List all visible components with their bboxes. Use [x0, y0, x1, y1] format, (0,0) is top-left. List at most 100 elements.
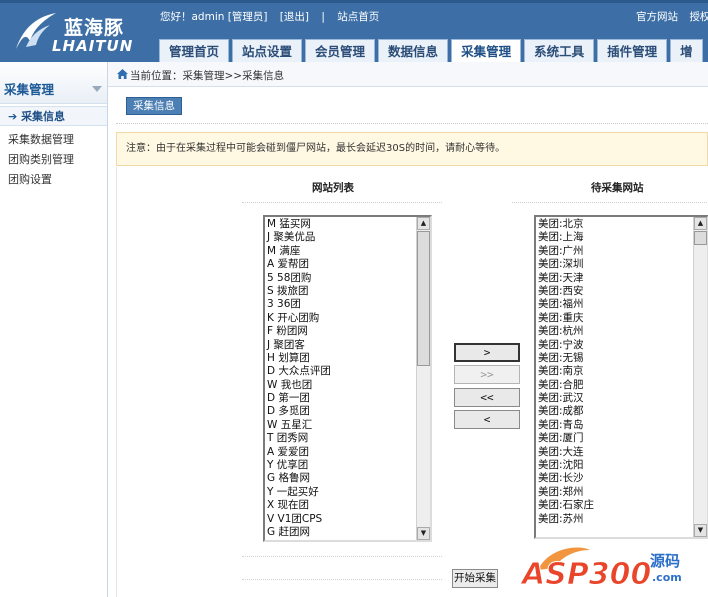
site-list-title: 网站列表 — [312, 182, 354, 194]
list-item[interactable]: D 第一团 — [267, 392, 430, 405]
list-item[interactable]: 美团:宁波 — [538, 339, 707, 352]
list-item[interactable]: A 爱帮团 — [267, 258, 430, 271]
divider — [242, 579, 442, 580]
start-collect-button[interactable]: 开始采集 — [452, 569, 498, 588]
topbar-links: 您好！admin [管理员] [退出] | 站点首页 — [160, 9, 388, 24]
sidebar-item-group-settings[interactable]: 团购设置 — [0, 170, 107, 190]
breadcrumb: 当前位置：采集管理>>采集信息 — [130, 70, 285, 82]
watermark-suffix-cn: 源码 — [650, 552, 680, 570]
list-item[interactable]: 5 58团购 — [267, 272, 430, 285]
subtab-collect-info[interactable]: 采集信息 — [126, 97, 182, 115]
list-item[interactable]: V V1团CPS — [267, 513, 430, 526]
license-link[interactable]: 授权 — [689, 11, 708, 23]
breadcrumb-bar: 当前位置：采集管理>>采集信息 — [108, 62, 708, 87]
header: 蓝海豚 LHAITUN 您好！admin [管理员] [退出] | 站点首页 官… — [0, 0, 708, 65]
scroll-thumb[interactable] — [417, 231, 430, 366]
list-item[interactable]: 美团:杭州 — [538, 325, 707, 338]
notice-banner: 注意：由于在采集过程中可能会碰到僵尸网站，最长会延迟30S的时间，请耐心等待。 — [116, 132, 708, 166]
list-item[interactable]: 美团:南京 — [538, 365, 707, 378]
list-item[interactable]: J 聚团客 — [267, 339, 430, 352]
list-item[interactable]: Y 一起买好 — [267, 486, 430, 499]
scroll-up-arrow-icon[interactable]: ▲ — [417, 217, 430, 230]
list-item[interactable]: 美团:青岛 — [538, 419, 707, 432]
list-item[interactable]: H 划算团 — [267, 352, 430, 365]
list-item[interactable]: 美团:上海 — [538, 231, 707, 244]
list-item[interactable]: 美团:沈阳 — [538, 459, 707, 472]
logout-link[interactable]: [退出] — [280, 11, 309, 23]
list-item[interactable]: G 赶团网 — [267, 526, 430, 539]
divider — [116, 123, 708, 124]
home-icon[interactable] — [117, 69, 128, 79]
sidebar-item-collect-info[interactable]: ➔ 采集信息 — [0, 106, 107, 126]
greeting-text: 您好！admin [管理员] — [160, 11, 268, 23]
list-item[interactable]: 美团:重庆 — [538, 312, 707, 325]
scroll-thumb[interactable] — [694, 231, 707, 245]
sidebar-item-group-categories[interactable]: 团购类别管理 — [0, 150, 107, 170]
list-item[interactable]: 美团:苏州 — [538, 513, 707, 526]
remove-selected-button[interactable]: < — [454, 410, 520, 429]
list-item[interactable]: 美团:石家庄 — [538, 499, 707, 512]
official-site-link[interactable]: 官方网站 — [636, 11, 678, 23]
list-item[interactable]: 美团:北京 — [538, 218, 707, 231]
watermark: ASP300 源码 .com — [518, 540, 708, 597]
pending-list: 美团:北京 美团:上海 美团:广州 美团:深圳 美团:天津 美团:西安 美团:福州 美团:重庆… — [536, 217, 707, 526]
list-item[interactable]: 美团:大连 — [538, 446, 707, 459]
divider — [242, 556, 442, 557]
list-item[interactable]: M 满座 — [267, 245, 430, 258]
list-item[interactable]: G 格鲁网 — [267, 472, 430, 485]
scrollbar[interactable]: ▲ ▼ — [693, 217, 707, 537]
arrow-bullet-icon: ➔ — [8, 110, 18, 123]
scroll-down-arrow-icon[interactable]: ▼ — [694, 524, 707, 537]
sidebar-item-collect-data[interactable]: 采集数据管理 — [0, 130, 107, 150]
separator: | — [321, 11, 325, 23]
list-item[interactable]: S 拨旅团 — [267, 285, 430, 298]
list-item[interactable]: D 多觅团 — [267, 405, 430, 418]
scroll-down-arrow-icon[interactable]: ▼ — [417, 527, 430, 540]
remove-all-button[interactable]: << — [454, 388, 520, 407]
list-item[interactable]: 美团:深圳 — [538, 258, 707, 271]
watermark-text: ASP300 — [520, 557, 651, 592]
list-item[interactable]: 美团:西安 — [538, 285, 707, 298]
main-content: 当前位置：采集管理>>采集信息 采集信息 注意：由于在采集过程中可能会碰到僵尸网… — [108, 62, 708, 597]
list-item[interactable]: 美团:福州 — [538, 298, 707, 311]
list-item[interactable]: X 现在团 — [267, 499, 430, 512]
list-item[interactable]: T 团秀网 — [267, 432, 430, 445]
sidebar-title: 采集管理 — [4, 82, 55, 97]
sidebar-header[interactable]: 采集管理 — [0, 62, 107, 104]
sidebar: 采集管理 ➔ 采集信息 采集数据管理 团购类别管理 团购设置 — [0, 62, 108, 597]
divider — [512, 202, 708, 203]
brand-name-en: LHAITUN — [52, 37, 134, 55]
site-list: M 猛买网 J 聚美优品 M 满座 A 爱帮团 5 58团购 S 拨旅团 3 36团 K 开心… — [265, 217, 430, 539]
list-item[interactable]: Y 优享团 — [267, 459, 430, 472]
list-item[interactable]: 美团:长沙 — [538, 472, 707, 485]
list-item[interactable]: 美团:广州 — [538, 245, 707, 258]
list-item[interactable]: 美团:厦门 — [538, 432, 707, 445]
site-list-select[interactable]: M 猛买网 J 聚美优品 M 满座 A 爱帮团 5 58团购 S 拨旅团 3 36团 K 开心… — [263, 215, 432, 542]
list-item[interactable]: J 聚美优品 — [267, 231, 430, 244]
list-item[interactable]: K 开心团购 — [267, 312, 430, 325]
scroll-up-arrow-icon[interactable]: ▲ — [694, 217, 707, 230]
list-item[interactable]: D 大众点评团 — [267, 365, 430, 378]
pending-list-select[interactable]: 美团:北京 美团:上海 美团:广州 美团:深圳 美团:天津 美团:西安 美团:福州 美团:重庆… — [534, 215, 708, 539]
add-selected-button[interactable]: > — [454, 343, 520, 362]
list-item[interactable]: 美团:郑州 — [538, 486, 707, 499]
collapse-arrow-icon[interactable] — [92, 86, 102, 92]
collection-panel: 网站列表 待采集网站 M 猛买网 J 聚美优品 M 满座 A 爱帮团 5 58团购 S 拨… — [116, 167, 708, 597]
list-item[interactable]: 美团:无锡 — [538, 352, 707, 365]
list-item[interactable]: 美团:合肥 — [538, 379, 707, 392]
brand-logo[interactable]: 蓝海豚 LHAITUN — [8, 7, 148, 59]
scrollbar[interactable]: ▲ ▼ — [416, 217, 430, 540]
list-item[interactable]: 美团:武汉 — [538, 392, 707, 405]
list-item[interactable]: 美团:天津 — [538, 272, 707, 285]
list-item[interactable]: A 爱爱团 — [267, 446, 430, 459]
sidebar-item-label: 采集信息 — [21, 110, 66, 123]
list-item[interactable]: M 猛买网 — [267, 218, 430, 231]
list-item[interactable]: W 我也团 — [267, 379, 430, 392]
add-all-button[interactable]: >> — [454, 365, 520, 384]
list-item[interactable]: W 五星汇 — [267, 419, 430, 432]
list-item[interactable]: 3 36团 — [267, 298, 430, 311]
site-home-link[interactable]: 站点首页 — [337, 11, 379, 23]
list-item[interactable]: F 粉团网 — [267, 325, 430, 338]
list-item[interactable]: 美团:成都 — [538, 405, 707, 418]
divider — [242, 202, 442, 203]
